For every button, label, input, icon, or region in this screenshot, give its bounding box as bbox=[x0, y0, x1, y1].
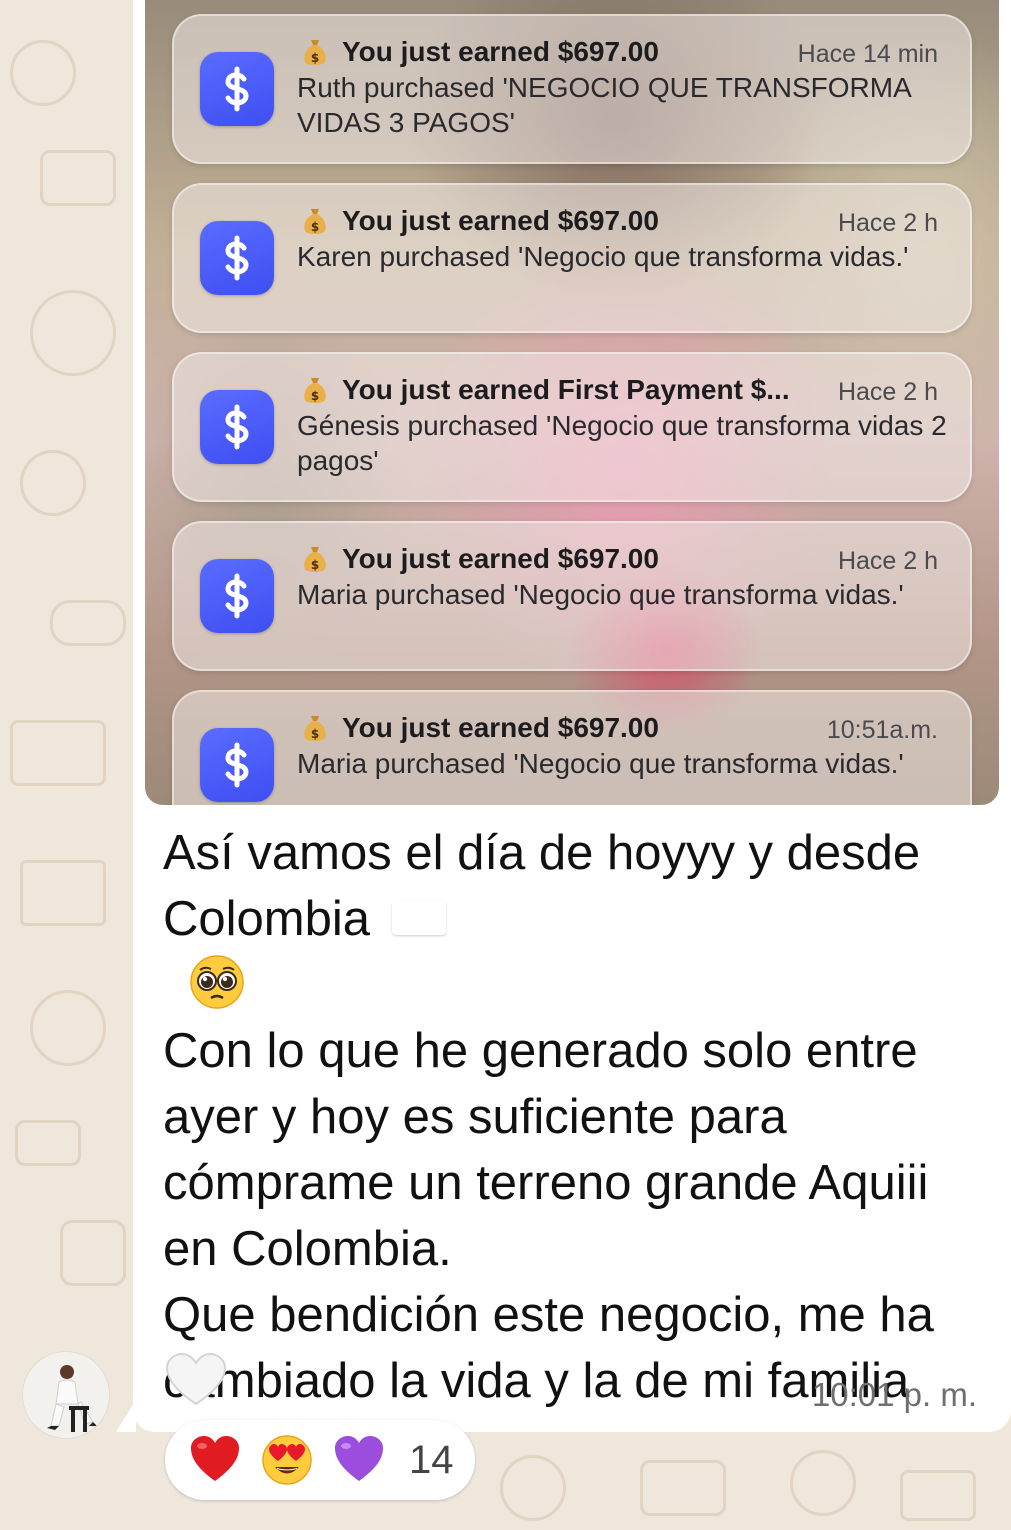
notification-title: $ You just earned $697.00 bbox=[302, 205, 659, 237]
notification-card[interactable]: $ You just earned $697.00 Hace 14 min Ruth … bbox=[172, 14, 972, 164]
notification-card[interactable]: $ You just earned $697.00 Hace 2 h Maria pu… bbox=[172, 521, 972, 671]
money-bag-icon: $ bbox=[304, 40, 326, 65]
dollar-app-icon bbox=[200, 221, 274, 295]
dollar-app-icon bbox=[200, 390, 274, 464]
notification-card[interactable]: $ You just earned $697.00 Hace 2 h Karen pu… bbox=[172, 183, 972, 333]
svg-text:$: $ bbox=[311, 220, 319, 234]
money-bag-icon: $ bbox=[304, 547, 326, 572]
notification-title: $ You just earned First Payment $... bbox=[302, 374, 790, 406]
message-colombia: Colombia bbox=[163, 892, 370, 946]
red-heart-icon bbox=[191, 1436, 239, 1481]
notification-title-text: You just earned $697.00 bbox=[342, 36, 659, 67]
purple-heart-icon bbox=[335, 1436, 383, 1481]
reactions-bar[interactable]: 14 bbox=[165, 1420, 475, 1500]
dollar-app-icon bbox=[200, 728, 274, 802]
heart-eyes-icon bbox=[262, 1435, 312, 1485]
notification-body: Maria purchased 'Negocio que transforma … bbox=[297, 579, 904, 610]
message-line-1: Así vamos el día de hoyyy y desde bbox=[163, 826, 921, 880]
money-bag-icon: $ bbox=[304, 209, 326, 234]
notification-time: Hace 2 h bbox=[837, 209, 938, 237]
sender-avatar[interactable] bbox=[23, 1352, 109, 1438]
pleading-face-icon bbox=[190, 955, 244, 1009]
svg-text:$: $ bbox=[311, 51, 319, 65]
reaction-count: 14 bbox=[409, 1437, 454, 1482]
notification-body: Karen purchased 'Negocio que transforma … bbox=[297, 241, 909, 272]
money-bag-icon: $ bbox=[304, 716, 326, 741]
notification-body: Maria purchased 'Negocio que transforma … bbox=[297, 748, 904, 779]
message-line-2: Colombia bbox=[163, 886, 993, 952]
message-timestamp: 10:01 p. m. bbox=[811, 1376, 977, 1413]
white-heart-icon bbox=[165, 1352, 227, 1406]
notification-title-text: You just earned First Payment $... bbox=[342, 374, 790, 405]
notification-time: Hace 2 h bbox=[837, 547, 938, 575]
notification-title-text: You just earned $697.00 bbox=[342, 205, 659, 236]
notification-time: 10:51a.m. bbox=[826, 716, 938, 744]
avatar-person-icon bbox=[23, 1352, 109, 1438]
notification-card[interactable]: $ You just earned First Payment $... Hace … bbox=[172, 352, 972, 502]
notification-title: $ You just earned $697.00 bbox=[302, 36, 659, 68]
notification-time: Hace 14 min bbox=[797, 40, 938, 68]
notification-title: $ You just earned $697.00 bbox=[302, 543, 659, 575]
notification-title-text: You just earned $697.00 bbox=[342, 712, 659, 743]
svg-text:$: $ bbox=[311, 389, 319, 403]
notification-screenshot-image[interactable]: $ You just earned $697.00 Hace 14 min Ruth … bbox=[145, 0, 999, 805]
message-paragraph-2: Con lo que he generado solo entre ayer y… bbox=[163, 1024, 929, 1276]
notification-body: Ruth purchased 'NEGOCIO QUE TRANSFORMA V… bbox=[297, 72, 911, 138]
notification-title-text: You just earned $697.00 bbox=[342, 543, 659, 574]
notification-time: Hace 2 h bbox=[837, 378, 938, 406]
svg-text:$: $ bbox=[311, 558, 319, 572]
dollar-app-icon bbox=[200, 52, 274, 126]
dollar-app-icon bbox=[200, 559, 274, 633]
message-text: Así vamos el día de hoyyy y desde Colomb… bbox=[163, 820, 993, 1414]
notification-card[interactable]: $ You just earned $697.00 10:51a.m. Maria p… bbox=[172, 690, 972, 805]
svg-text:$: $ bbox=[311, 727, 319, 741]
notification-body: Génesis purchased 'Negocio que transform… bbox=[297, 410, 947, 476]
colombia-flag-icon bbox=[392, 901, 446, 935]
money-bag-icon: $ bbox=[304, 378, 326, 403]
notification-title: $ You just earned $697.00 bbox=[302, 712, 659, 744]
